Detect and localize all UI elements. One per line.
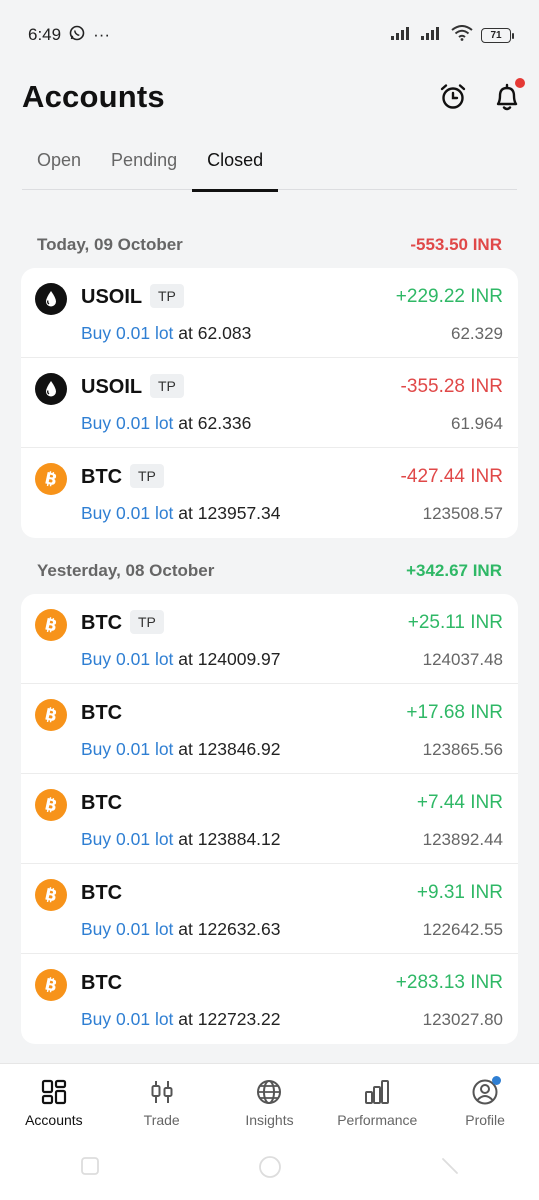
tp-badge: TP — [150, 374, 184, 398]
trade-symbol: BTC — [81, 612, 123, 634]
close-price: 122642.55 — [422, 920, 503, 939]
trade-pnl: +229.22 INR — [395, 286, 503, 307]
bitcoin-icon: B — [35, 969, 67, 1001]
nav-label: Performance — [337, 1112, 418, 1128]
close-price: 123508.57 — [422, 504, 503, 523]
bitcoin-icon: B — [35, 879, 67, 911]
trade-pnl: +9.31 INR — [416, 882, 503, 903]
nav-label: Accounts — [25, 1112, 83, 1128]
trade-pnl: +25.11 INR — [407, 612, 503, 633]
bottom-nav: Accounts Trade Insights Performance Prof… — [0, 1063, 539, 1143]
nav-performance[interactable]: Performance — [323, 1064, 431, 1143]
globe-icon — [255, 1078, 283, 1106]
trade-row[interactable]: B BTC Buy 0.01 lot at 123846.92 +17.68 I… — [21, 684, 518, 774]
trade-symbol: BTC — [81, 792, 123, 814]
trade-pnl: +7.44 INR — [416, 792, 503, 813]
bar-chart-icon — [363, 1078, 391, 1106]
section-header: Today, 09 October -553.50 INR — [37, 235, 502, 255]
trade-detail: Buy 0.01 lot at 123957.34 — [81, 503, 281, 523]
trade-row[interactable]: USOIL TP Buy 0.01 lot at 62.083 +229.22 … — [21, 268, 518, 358]
close-price: 62.329 — [451, 324, 503, 343]
trade-detail: Buy 0.01 lot at 123846.92 — [81, 739, 281, 759]
nav-label: Profile — [465, 1112, 505, 1128]
nav-insights[interactable]: Insights — [216, 1064, 324, 1143]
system-nav-bar — [0, 1143, 539, 1200]
close-price: 123027.80 — [422, 1010, 503, 1029]
trade-list: B BTC TP Buy 0.01 lot at 124009.97 +25.1… — [21, 594, 518, 1044]
trade-symbol: USOIL — [81, 376, 143, 398]
trade-row[interactable]: B BTC Buy 0.01 lot at 122632.63 +9.31 IN… — [21, 864, 518, 954]
trade-row[interactable]: B BTC TP Buy 0.01 lot at 123957.34 -427.… — [21, 448, 518, 538]
back-icon[interactable] — [439, 1155, 461, 1184]
header: Accounts — [22, 75, 525, 119]
trade-pnl: -355.28 INR — [400, 376, 503, 397]
status-more-icon: ··· — [93, 25, 111, 44]
trade-detail: Buy 0.01 lot at 62.336 — [81, 413, 252, 433]
trade-symbol: BTC — [81, 702, 123, 724]
trade-row[interactable]: B BTC Buy 0.01 lot at 123884.12 +7.44 IN… — [21, 774, 518, 864]
close-price: 124037.48 — [422, 650, 503, 669]
bitcoin-icon: B — [35, 789, 67, 821]
tab-closed[interactable]: Closed — [192, 140, 279, 192]
recents-icon[interactable] — [79, 1155, 101, 1184]
alarm-clock-icon[interactable] — [439, 82, 467, 112]
tp-badge: TP — [130, 464, 164, 488]
nav-label: Insights — [245, 1112, 294, 1128]
battery-icon: 71 — [481, 27, 514, 43]
tab-open[interactable]: Open — [22, 140, 96, 190]
oil-drop-icon — [35, 283, 67, 315]
bell-icon[interactable] — [493, 78, 525, 112]
section-total: +342.67 INR — [406, 561, 502, 580]
trade-symbol: BTC — [81, 972, 123, 994]
trade-list: USOIL TP Buy 0.01 lot at 62.083 +229.22 … — [21, 268, 518, 538]
nav-label: Trade — [143, 1112, 180, 1128]
accounts-grid-icon — [40, 1078, 68, 1106]
trade-symbol: BTC — [81, 466, 123, 488]
bitcoin-icon: B — [35, 699, 67, 731]
trade-detail: Buy 0.01 lot at 122632.63 — [81, 919, 281, 939]
close-price: 123892.44 — [422, 830, 503, 849]
trade-pnl: +17.68 INR — [406, 702, 503, 723]
tp-badge: TP — [130, 610, 164, 634]
trade-symbol: USOIL — [81, 286, 143, 308]
trade-row[interactable]: B BTC Buy 0.01 lot at 122723.22 +283.13 … — [21, 954, 518, 1044]
trade-detail: Buy 0.01 lot at 123884.12 — [81, 829, 281, 849]
trade-pnl: +283.13 INR — [395, 972, 503, 993]
signal-icon-2 — [421, 25, 443, 45]
section-date: Today, 09 October — [37, 235, 183, 254]
oil-drop-icon — [35, 373, 67, 405]
section-header: Yesterday, 08 October +342.67 INR — [37, 561, 502, 581]
trade-row[interactable]: USOIL TP Buy 0.01 lot at 62.336 -355.28 … — [21, 358, 518, 448]
home-icon[interactable] — [258, 1155, 282, 1184]
whatsapp-icon — [69, 25, 85, 46]
trade-pnl: -427.44 INR — [400, 466, 503, 487]
trade-detail: Buy 0.01 lot at 122723.22 — [81, 1009, 281, 1029]
trade-detail: Buy 0.01 lot at 62.083 — [81, 323, 252, 343]
signal-icon — [391, 25, 413, 45]
profile-icon — [471, 1076, 502, 1106]
tab-bar: Open Pending Closed — [22, 140, 517, 192]
page-title: Accounts — [22, 79, 165, 114]
nav-accounts[interactable]: Accounts — [0, 1064, 108, 1143]
section-date: Yesterday, 08 October — [37, 561, 215, 580]
trade-detail: Buy 0.01 lot at 124009.97 — [81, 649, 281, 669]
profile-badge — [492, 1076, 502, 1085]
close-price: 61.964 — [451, 414, 503, 433]
notification-badge — [515, 78, 525, 88]
status-time: 6:49 — [28, 25, 62, 44]
bitcoin-icon: B — [35, 463, 67, 495]
tab-pending[interactable]: Pending — [96, 140, 192, 190]
nav-profile[interactable]: Profile — [431, 1064, 539, 1143]
bitcoin-icon: B — [35, 609, 67, 641]
trade-candles-icon — [148, 1078, 176, 1106]
trade-row[interactable]: B BTC TP Buy 0.01 lot at 124009.97 +25.1… — [21, 594, 518, 684]
section-total: -553.50 INR — [410, 235, 502, 254]
status-bar: 6:49 ··· 71 — [0, 0, 539, 70]
close-price: 123865.56 — [422, 740, 503, 759]
tp-badge: TP — [150, 284, 184, 308]
nav-trade[interactable]: Trade — [108, 1064, 216, 1143]
wifi-icon — [451, 24, 473, 46]
trade-symbol: BTC — [81, 882, 123, 904]
